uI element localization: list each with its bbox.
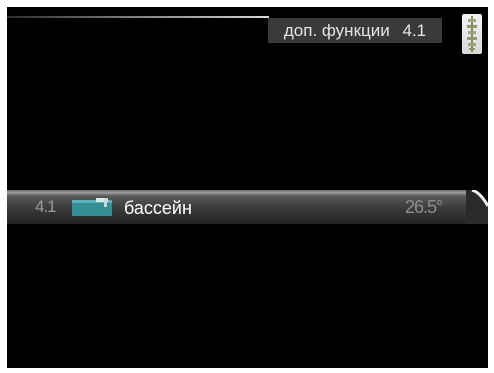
display-screen: доп. функции 4.1 4.1 бассейн 26.5° <box>7 7 488 368</box>
scroll-handle[interactable] <box>462 14 482 54</box>
menu-item-pool[interactable]: 4.1 бассейн 26.5° <box>7 190 488 224</box>
menu-item-label: бассейн <box>124 198 192 218</box>
scroll-handle-icon <box>467 16 477 52</box>
pool-temperature-value: 26.5° <box>405 197 443 217</box>
page-title: доп. функции 4.1 <box>268 18 442 43</box>
pool-icon <box>72 198 112 216</box>
row-corner-fold <box>466 190 488 224</box>
page-title-number: 4.1 <box>402 21 427 40</box>
header-divider <box>7 16 269 18</box>
page-title-text: доп. функции <box>283 21 390 40</box>
menu-item-number: 4.1 <box>35 197 57 216</box>
